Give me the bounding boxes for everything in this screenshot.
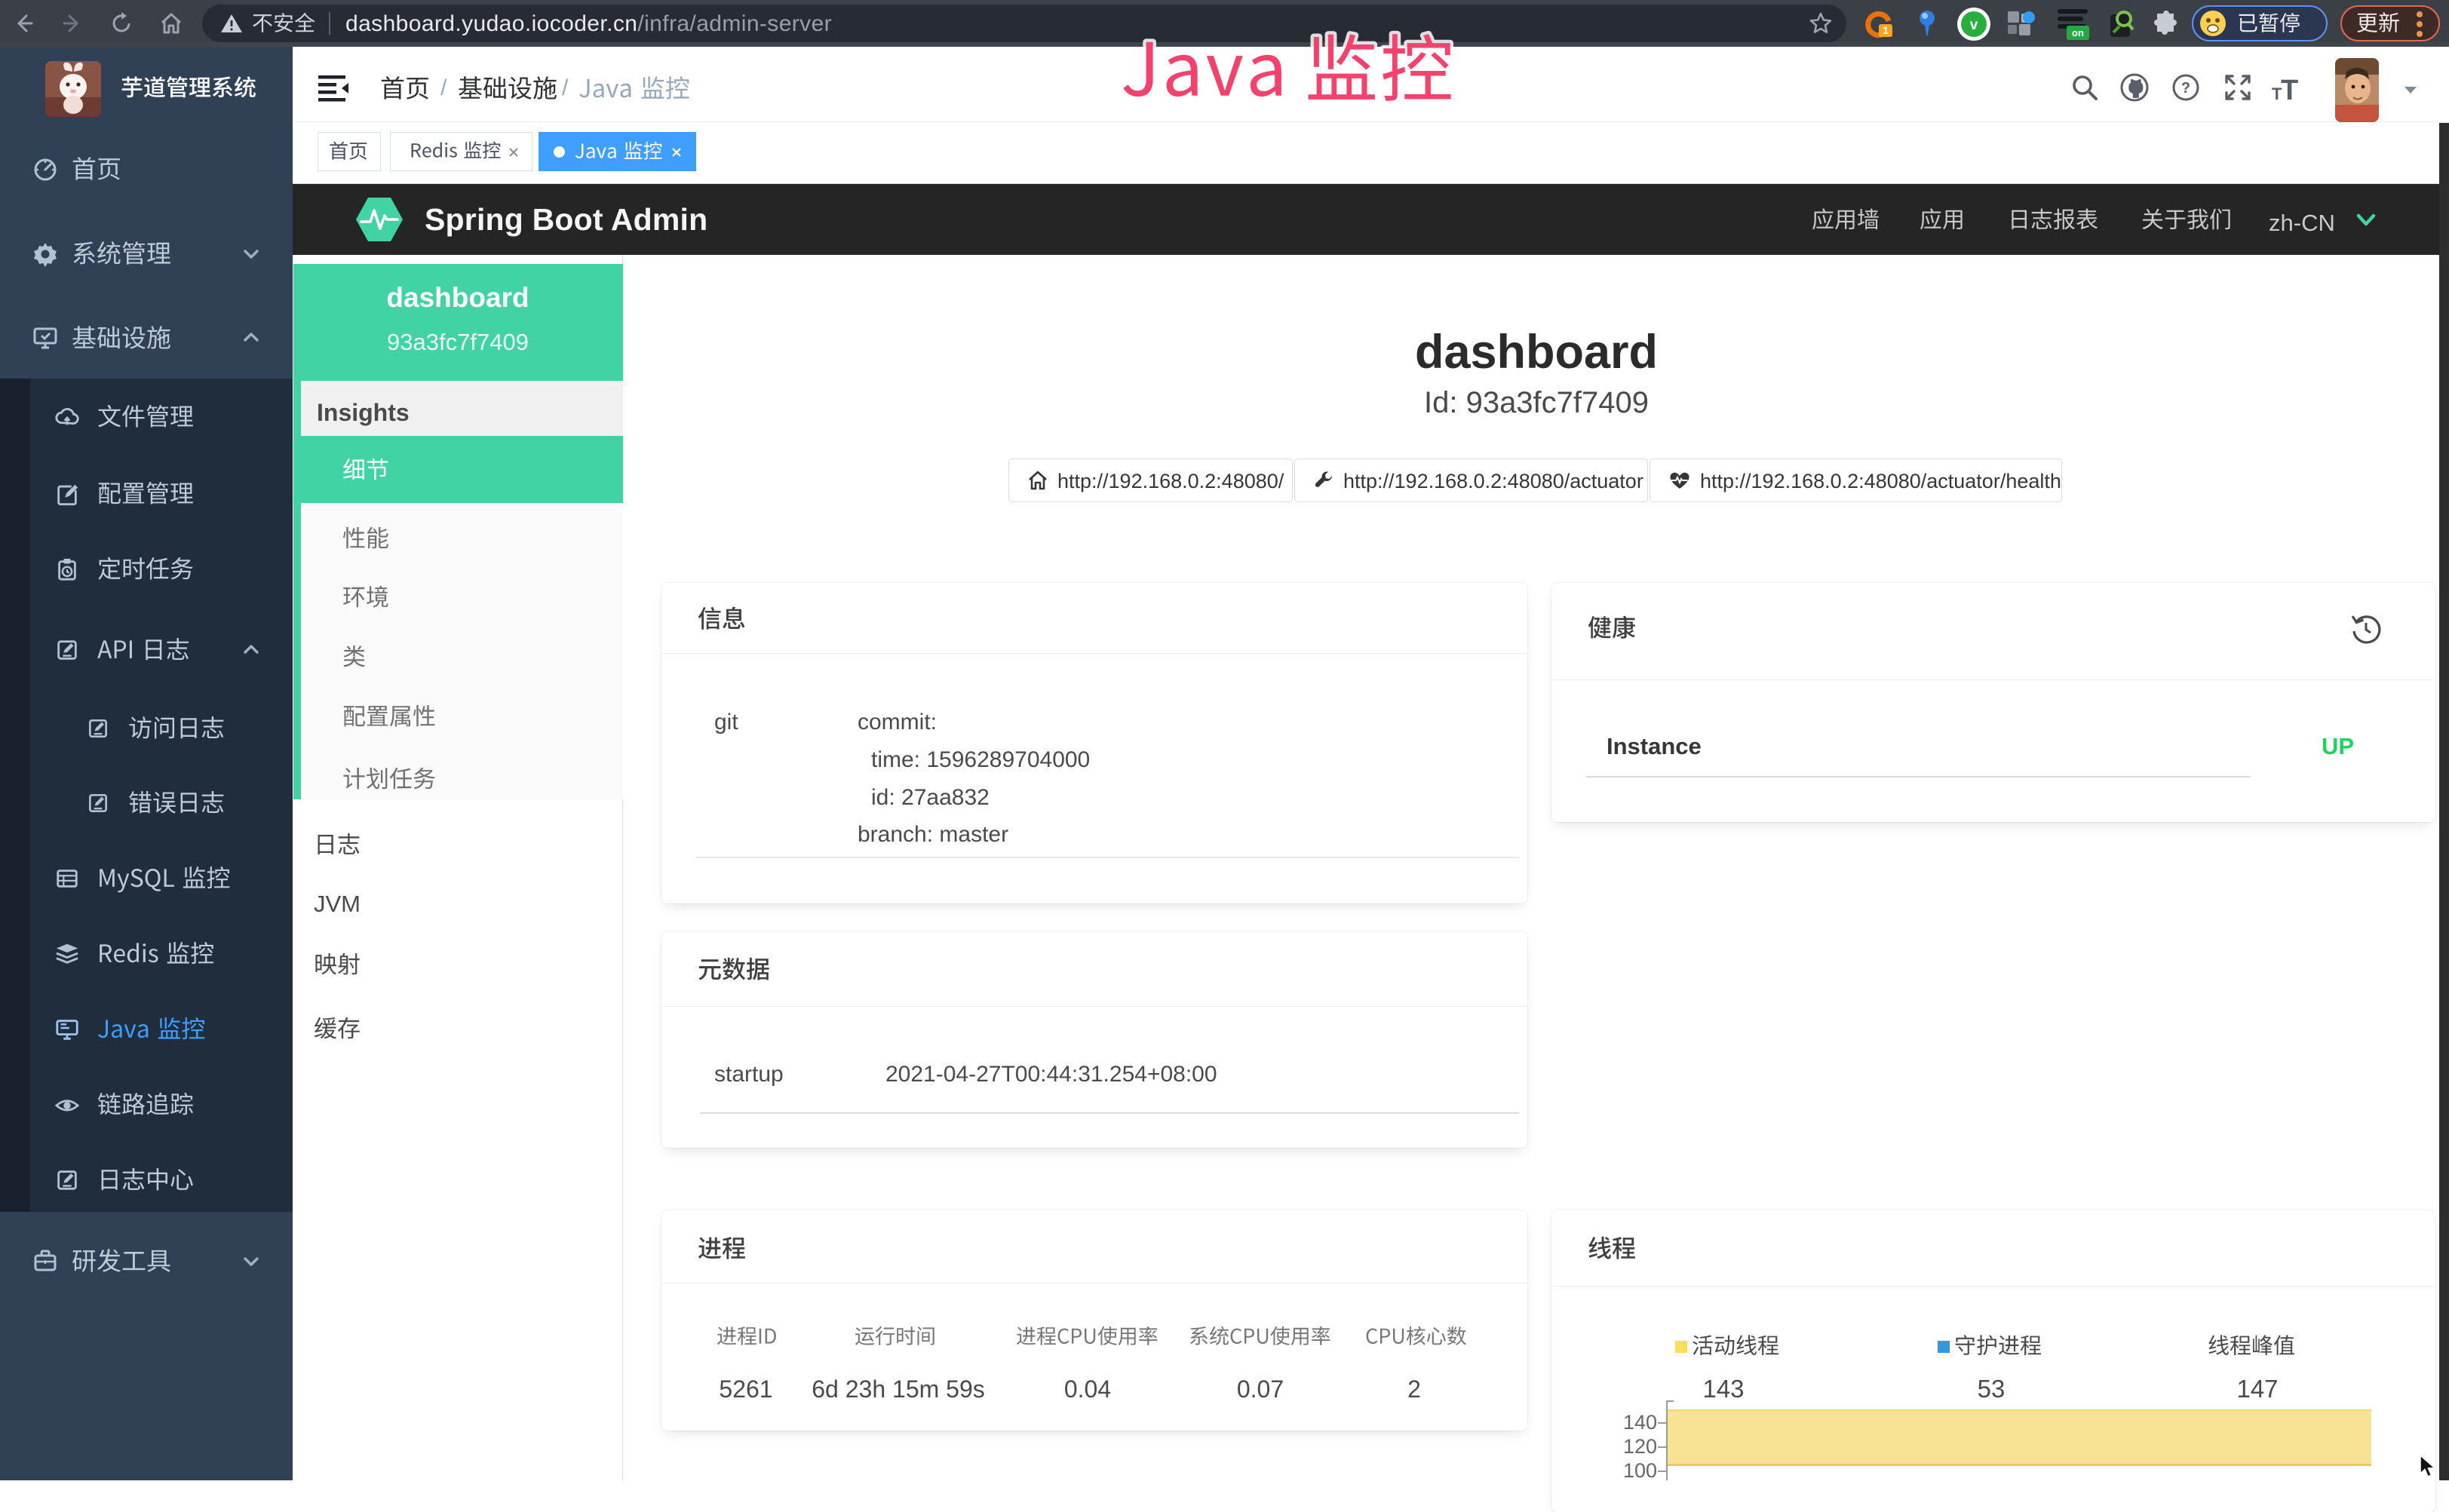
svg-text:T: T: [2272, 84, 2282, 103]
svg-text:1: 1: [1883, 24, 1889, 36]
svg-text:?: ?: [2181, 80, 2190, 97]
svg-text:on: on: [2072, 27, 2084, 38]
svg-text:T: T: [2281, 75, 2298, 103]
svg-text:v: v: [1970, 17, 1978, 33]
